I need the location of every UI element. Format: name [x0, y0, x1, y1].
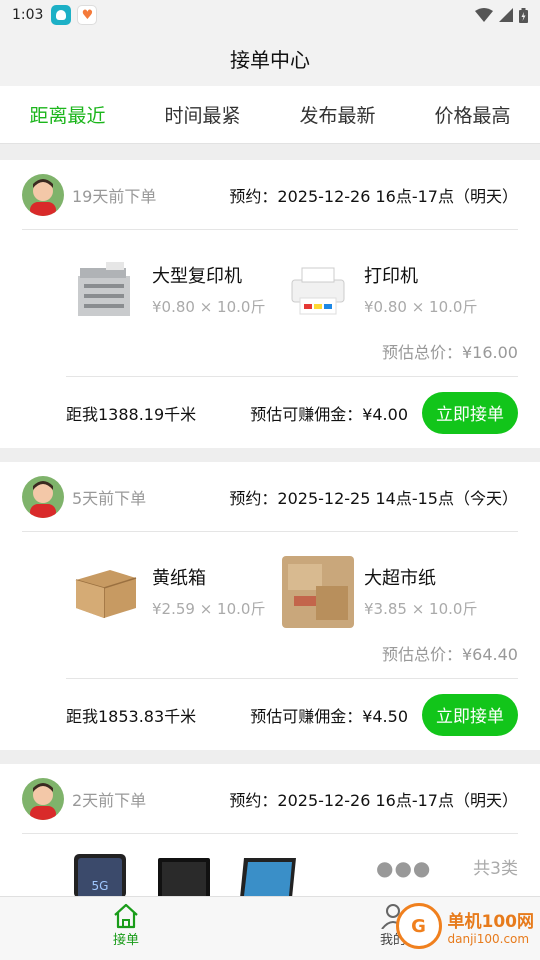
order-card-header: 2天前下单 预约：2025-12-26 16点-17点（明天）: [22, 764, 518, 834]
order-time-ago: 19天前下单: [72, 186, 157, 206]
item-name: 大超市纸: [364, 568, 436, 589]
signal-icon: [499, 8, 513, 22]
order-card[interactable]: 2天前下单 预约：2025-12-26 16点-17点（明天） 5G ●●● 共…: [0, 764, 540, 896]
sort-tabs: 距离最近 时间最紧 发布最新 价格最高: [0, 86, 540, 144]
battery-icon: [519, 7, 528, 23]
printer-icon: [291, 267, 345, 315]
copier-icon: [78, 262, 130, 316]
item-price: ¥0.80 × 10.0斤: [364, 298, 478, 316]
order-footer: 距我1388.19千米 预估可赚佣金：¥4.00 立即接单: [66, 376, 518, 448]
commission-text: 预估可赚佣金：¥4.50: [250, 706, 408, 726]
order-time-ago: 5天前下单: [72, 488, 147, 508]
order-item[interactable]: 大型复印机 ¥0.80 × 10.0斤: [70, 254, 282, 336]
commission-text: 预估可赚佣金：¥4.00: [250, 404, 408, 424]
appointment-time: 预约：2025-12-26 16点-17点（明天）: [229, 186, 518, 206]
item-price: ¥0.80 × 10.0斤: [152, 298, 266, 316]
app-notification-icon: [51, 5, 72, 25]
item-name: 打印机: [364, 266, 418, 287]
nav-accept-orders[interactable]: 接单: [112, 903, 140, 948]
tab-highest-price[interactable]: 价格最高: [426, 95, 518, 134]
avatar: [22, 777, 64, 820]
estimated-total: 预估总价：¥16.00: [382, 343, 518, 362]
status-bar: 1:03: [0, 0, 540, 30]
svg-text:5G: 5G: [92, 879, 109, 893]
wifi-icon: [475, 8, 493, 22]
status-time: 1:03: [12, 7, 44, 23]
order-footer: 距我1853.83千米 预估可赚佣金：¥4.50 立即接单: [66, 678, 518, 750]
order-items: 5G ●●● 共3类: [22, 834, 518, 896]
more-items-icon: ●●●: [376, 856, 432, 880]
accept-order-button[interactable]: 立即接单: [422, 693, 518, 736]
order-card-header: 5天前下单 预约：2025-12-25 14点-15点（今天）: [22, 462, 518, 532]
item-price: ¥3.85 × 10.0斤: [364, 600, 478, 618]
home-icon: [114, 903, 138, 929]
avatar: [22, 475, 64, 518]
watermark-logo-icon: G: [395, 903, 442, 949]
page-title-bar: 接单中心: [0, 30, 540, 86]
distance-text: 距我1853.83千米: [66, 706, 197, 726]
accept-order-button[interactable]: 立即接单: [422, 391, 518, 434]
estimated-total: 预估总价：¥64.40: [382, 645, 518, 664]
order-item[interactable]: 大超市纸 ¥3.85 × 10.0斤: [282, 556, 494, 638]
avatar: [22, 173, 64, 216]
monitor-icon: [158, 858, 210, 896]
order-time-ago: 2天前下单: [72, 790, 147, 810]
page-title: 接单中心: [230, 47, 310, 72]
order-items: 黄纸箱 ¥2.59 × 10.0斤 大超市纸 ¥3.85 × 10.0斤: [22, 532, 518, 638]
order-items: 大型复印机 ¥0.80 × 10.0斤 打印机 ¥0.80 × 10.0斤: [22, 230, 518, 336]
watermark-brand: 单机100网: [447, 911, 535, 932]
item-price: ¥2.59 × 10.0斤: [152, 600, 266, 618]
tab-nearest[interactable]: 距离最近: [21, 95, 113, 134]
order-card[interactable]: 5天前下单 预约：2025-12-25 14点-15点（今天） 黄纸箱 ¥2.5…: [0, 462, 540, 750]
nav-accept-label: 接单: [112, 933, 139, 948]
item-name: 黄纸箱: [152, 568, 206, 589]
item-name: 大型复印机: [152, 266, 242, 287]
item-category-count: 共3类: [473, 859, 518, 879]
distance-text: 距我1388.19千米: [66, 404, 197, 424]
tab-newest[interactable]: 发布最新: [291, 95, 383, 134]
cardboard-box-icon: [75, 570, 137, 618]
order-card[interactable]: 19天前下单 预约：2025-12-26 16点-17点（明天） 大型复印机 ¥…: [0, 160, 540, 448]
watermark: G 单机100网 danji100.com: [395, 903, 535, 949]
order-card-header: 19天前下单 预约：2025-12-26 16点-17点（明天）: [22, 160, 518, 230]
order-item[interactable]: 打印机 ¥0.80 × 10.0斤: [282, 254, 494, 336]
order-list[interactable]: 19天前下单 预约：2025-12-26 16点-17点（明天） 大型复印机 ¥…: [0, 160, 540, 896]
order-item[interactable]: 黄纸箱 ¥2.59 × 10.0斤: [70, 556, 282, 638]
laptop-icon: [240, 858, 296, 896]
appointment-time: 预约：2025-12-26 16点-17点（明天）: [229, 790, 518, 810]
heart-app-icon: [77, 5, 98, 25]
phone-icon: 5G: [74, 854, 126, 896]
appointment-time: 预约：2025-12-25 14点-15点（今天）: [229, 488, 518, 508]
bottom-nav: 接单 我的 G 单机100网 danji100.com: [0, 896, 540, 960]
tab-most-urgent[interactable]: 时间最紧: [156, 95, 248, 134]
flattened-boxes-icon: [282, 556, 354, 628]
watermark-url: danji100.com: [447, 931, 530, 946]
